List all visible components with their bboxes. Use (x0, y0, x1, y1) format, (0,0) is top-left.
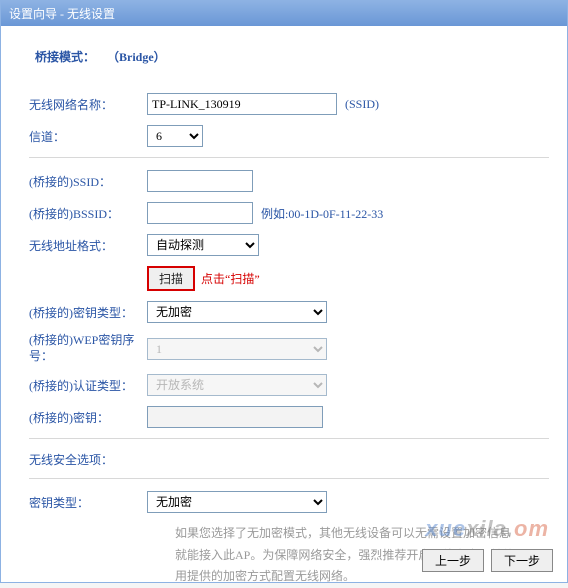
row-key-type: (桥接的)密钥类型： 无加密 (29, 301, 549, 323)
channel-select[interactable]: 6 (147, 125, 203, 147)
enc-type-select[interactable]: 无加密 (147, 491, 327, 513)
key-type-label: (桥接的)密钥类型： (29, 304, 147, 321)
addr-format-label: 无线地址格式： (29, 237, 147, 254)
channel-label: 信道： (29, 128, 147, 145)
auth-type-select: 开放系统 (147, 374, 327, 396)
divider-2 (29, 438, 549, 439)
divider-3 (29, 478, 549, 479)
ssid-label: 无线网络名称： (29, 96, 147, 113)
scan-hint: 点击“扫描” (201, 270, 260, 287)
wep-index-select: 1 (147, 338, 327, 360)
row-wep-index: (桥接的)WEP密钥序号： 1 (29, 333, 549, 364)
row-auth-type: (桥接的)认证类型： 开放系统 (29, 374, 549, 396)
row-bridge-bssid: (桥接的)BSSID： 例如:00-1D-0F-11-22-33 (29, 202, 549, 224)
prev-button[interactable]: 上一步 (422, 549, 484, 572)
security-options-label: 无线安全选项： (29, 451, 113, 468)
next-button[interactable]: 下一步 (491, 549, 553, 572)
row-channel: 信道： 6 (29, 125, 549, 147)
bridge-ssid-input[interactable] (147, 170, 253, 192)
scan-button[interactable]: 扫描 (147, 266, 195, 291)
content-area: 桥接模式： （Bridge） 无线网络名称： (SSID) 信道： 6 (桥接的… (1, 26, 567, 588)
bridge-bssid-input[interactable] (147, 202, 253, 224)
bridge-bssid-label: (桥接的)BSSID： (29, 205, 147, 222)
row-addr-format: 无线地址格式： 自动探测 (29, 234, 549, 256)
row-enc-type: 密钥类型： 无加密 (29, 491, 549, 513)
row-key: (桥接的)密钥： (29, 406, 549, 428)
bridge-mode-label: 桥接模式： (35, 50, 95, 64)
wep-index-label: (桥接的)WEP密钥序号： (29, 333, 147, 364)
bridge-ssid-label: (桥接的)SSID： (29, 173, 147, 190)
ssid-after: (SSID) (345, 97, 379, 112)
bridge-mode-line: 桥接模式： （Bridge） (35, 48, 549, 65)
wizard-window: 设置向导 - 无线设置 桥接模式： （Bridge） 无线网络名称： (SSID… (0, 0, 568, 583)
addr-format-select[interactable]: 自动探测 (147, 234, 259, 256)
key-input (147, 406, 323, 428)
divider-1 (29, 157, 549, 158)
window-title: 设置向导 - 无线设置 (9, 7, 115, 21)
key-type-select[interactable]: 无加密 (147, 301, 327, 323)
row-bridge-ssid: (桥接的)SSID： (29, 170, 549, 192)
row-scan: 扫描 点击“扫描” (29, 266, 549, 291)
ssid-input[interactable] (147, 93, 337, 115)
bridge-mode-value: （Bridge） (107, 50, 166, 64)
auth-type-label: (桥接的)认证类型： (29, 377, 147, 394)
bssid-example: 例如:00-1D-0F-11-22-33 (261, 205, 383, 222)
key-label: (桥接的)密钥： (29, 409, 147, 426)
enc-type-label: 密钥类型： (29, 494, 147, 511)
row-ssid: 无线网络名称： (SSID) (29, 93, 549, 115)
title-bar: 设置向导 - 无线设置 (1, 1, 567, 26)
row-security-options: 无线安全选项： (29, 451, 549, 468)
footer-buttons: 上一步 下一步 (418, 549, 553, 572)
